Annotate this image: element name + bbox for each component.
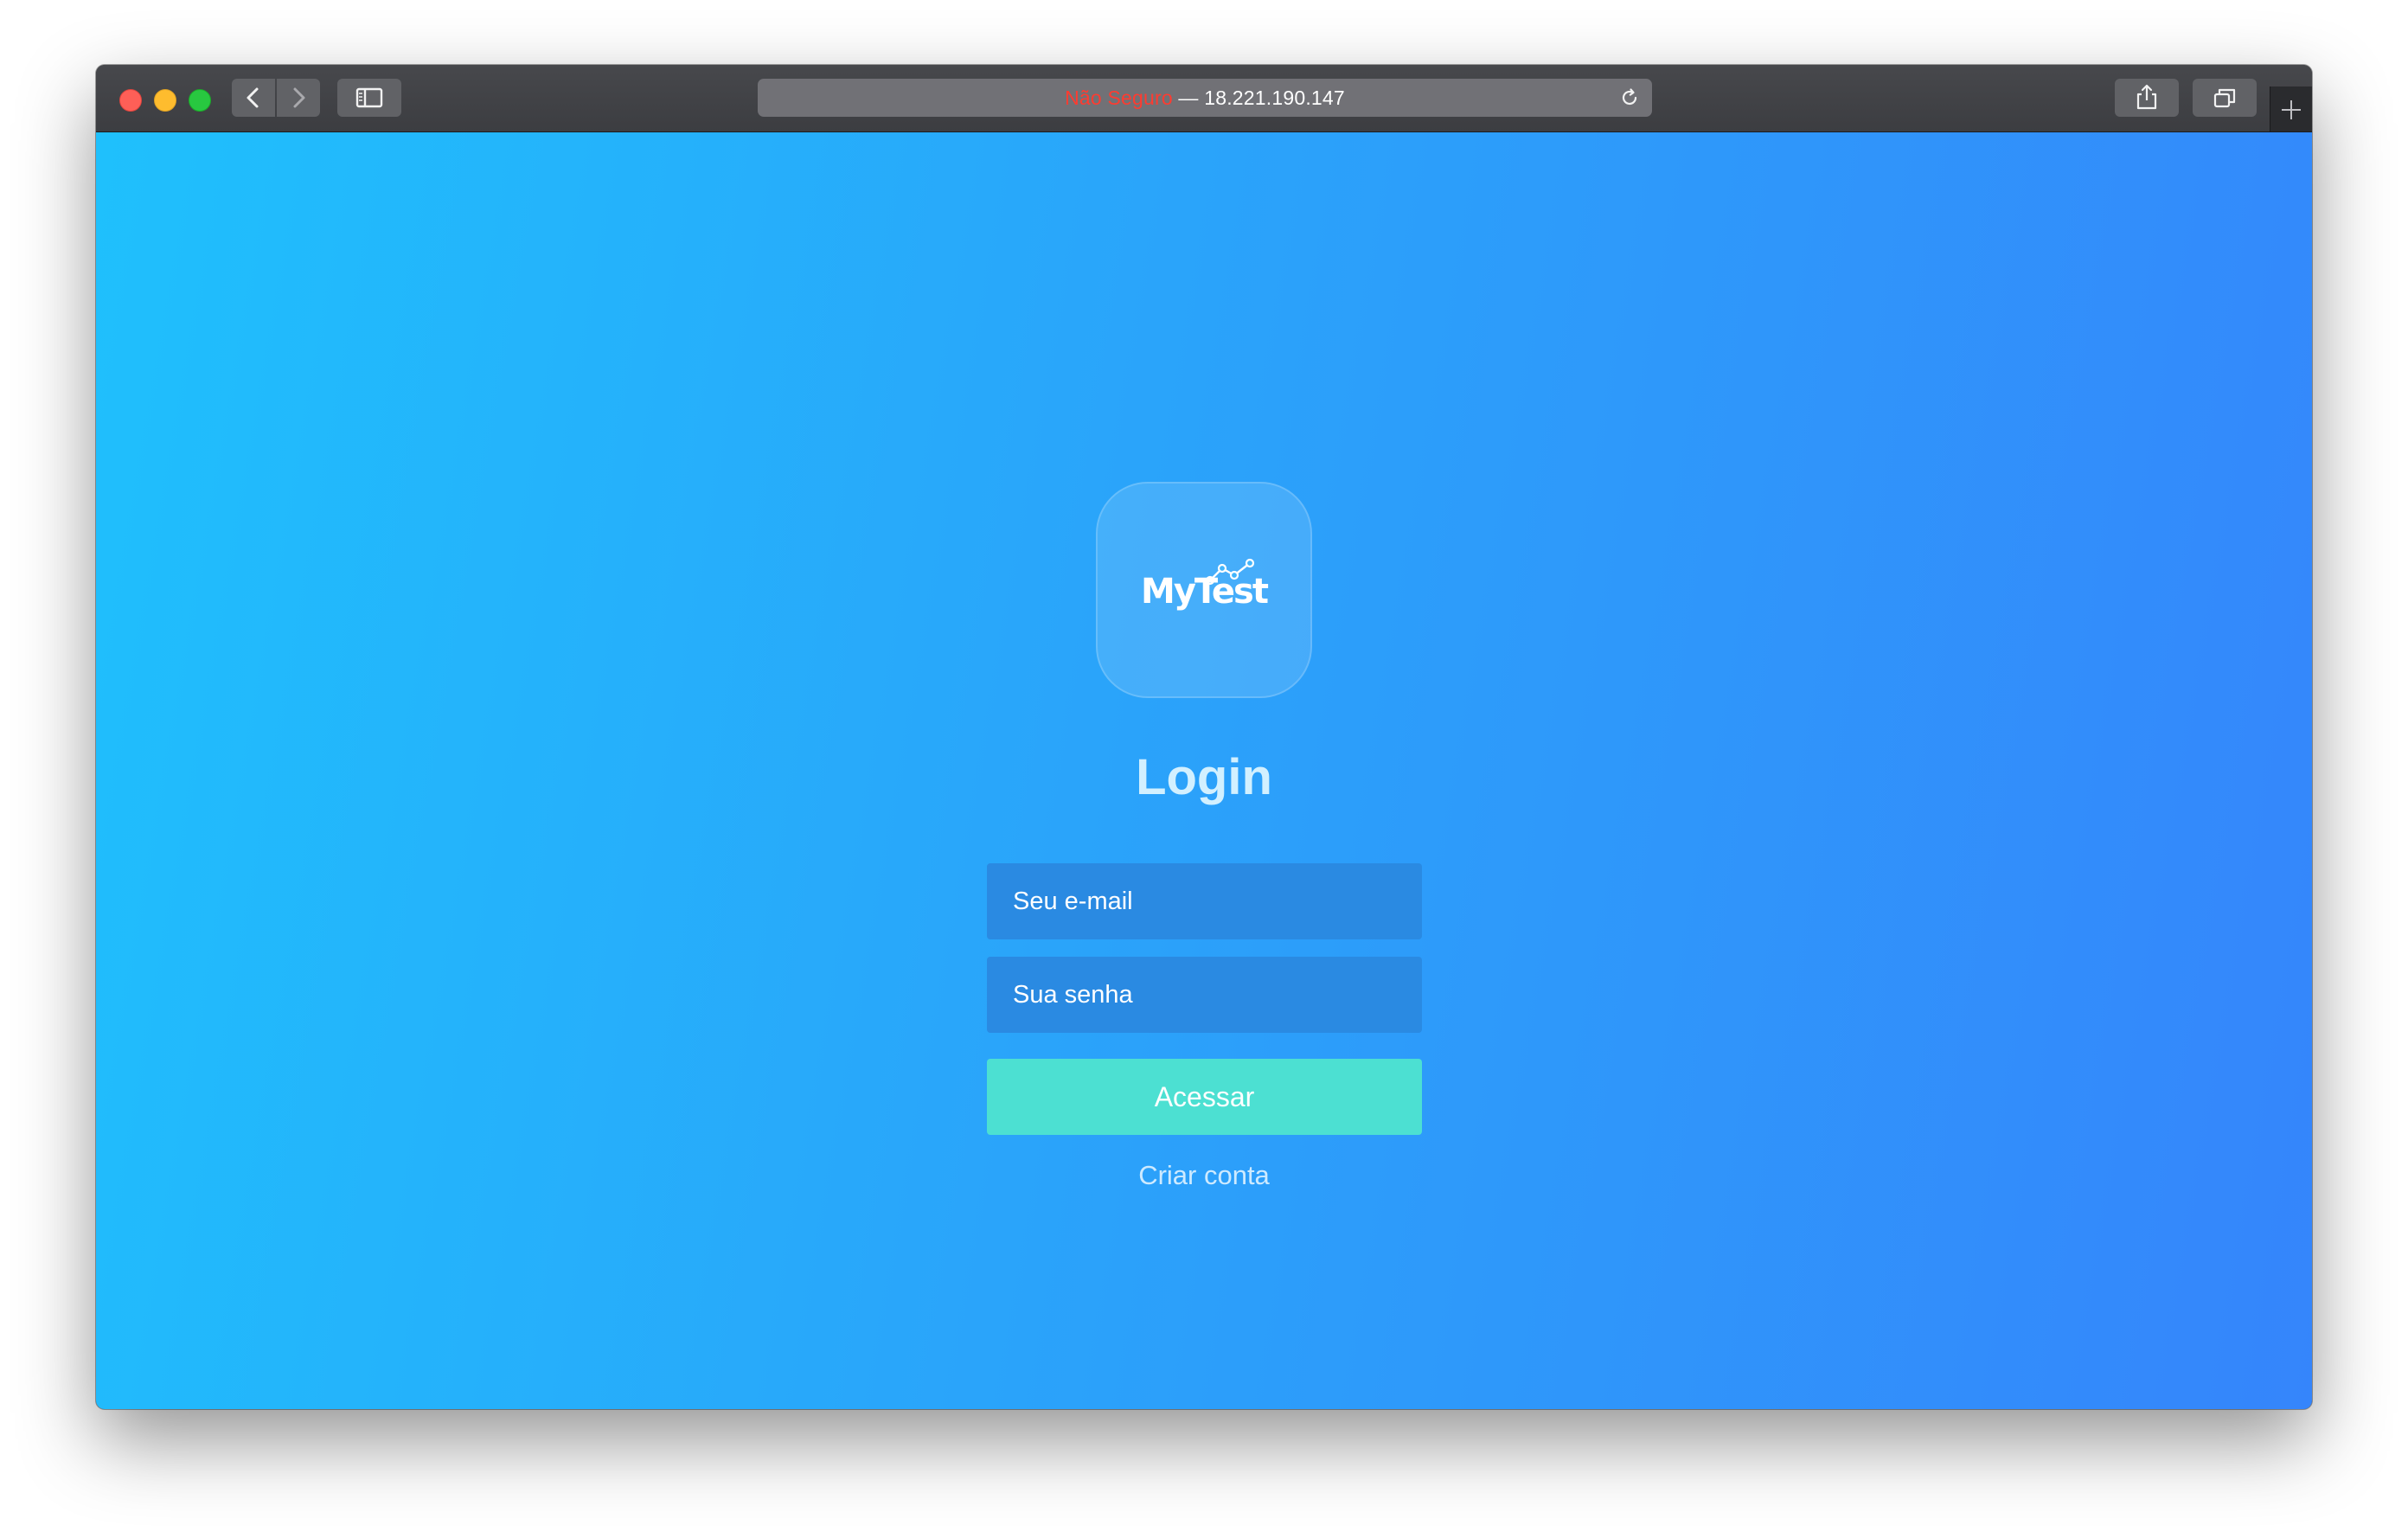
chevron-right-icon xyxy=(293,87,305,108)
reload-icon[interactable] xyxy=(1617,86,1642,110)
tab-overview-button[interactable] xyxy=(2193,79,2257,117)
sidebar-button[interactable] xyxy=(337,79,401,117)
logo-text: MyTest xyxy=(1141,572,1269,612)
url-display: Não Seguro — 18.221.190.147 xyxy=(758,79,1652,117)
create-account-link[interactable]: Criar conta xyxy=(96,1160,2312,1191)
plus-icon xyxy=(2282,100,2301,119)
not-secure-label: Não Seguro xyxy=(1065,87,1173,109)
email-field[interactable] xyxy=(987,863,1422,939)
address-bar[interactable]: Não Seguro — 18.221.190.147 xyxy=(758,79,1652,117)
zoom-window-button[interactable] xyxy=(189,89,211,112)
share-button[interactable] xyxy=(2115,79,2179,117)
url-separator: — xyxy=(1172,87,1205,109)
page-content: MyTest Login Acessar Criar conta xyxy=(96,132,2312,1409)
login-button[interactable]: Acessar xyxy=(987,1059,1422,1135)
close-window-button[interactable] xyxy=(119,89,142,112)
sidebar-icon xyxy=(355,87,383,108)
url-host: 18.221.190.147 xyxy=(1204,87,1345,109)
share-icon xyxy=(2136,84,2157,110)
browser-toolbar: Não Seguro — 18.221.190.147 xyxy=(96,65,2312,132)
tabs-overview-icon xyxy=(2213,88,2236,108)
chevron-left-icon xyxy=(247,87,259,108)
password-field[interactable] xyxy=(987,957,1422,1033)
app-logo: MyTest xyxy=(1096,482,1312,698)
forward-button[interactable] xyxy=(277,79,320,117)
back-button[interactable] xyxy=(232,79,275,117)
page-title: Login xyxy=(1136,749,1272,805)
new-tab-button[interactable] xyxy=(2270,87,2312,131)
minimize-window-button[interactable] xyxy=(154,89,176,112)
browser-window: Não Seguro — 18.221.190.147 MyTest Login… xyxy=(96,65,2312,1409)
